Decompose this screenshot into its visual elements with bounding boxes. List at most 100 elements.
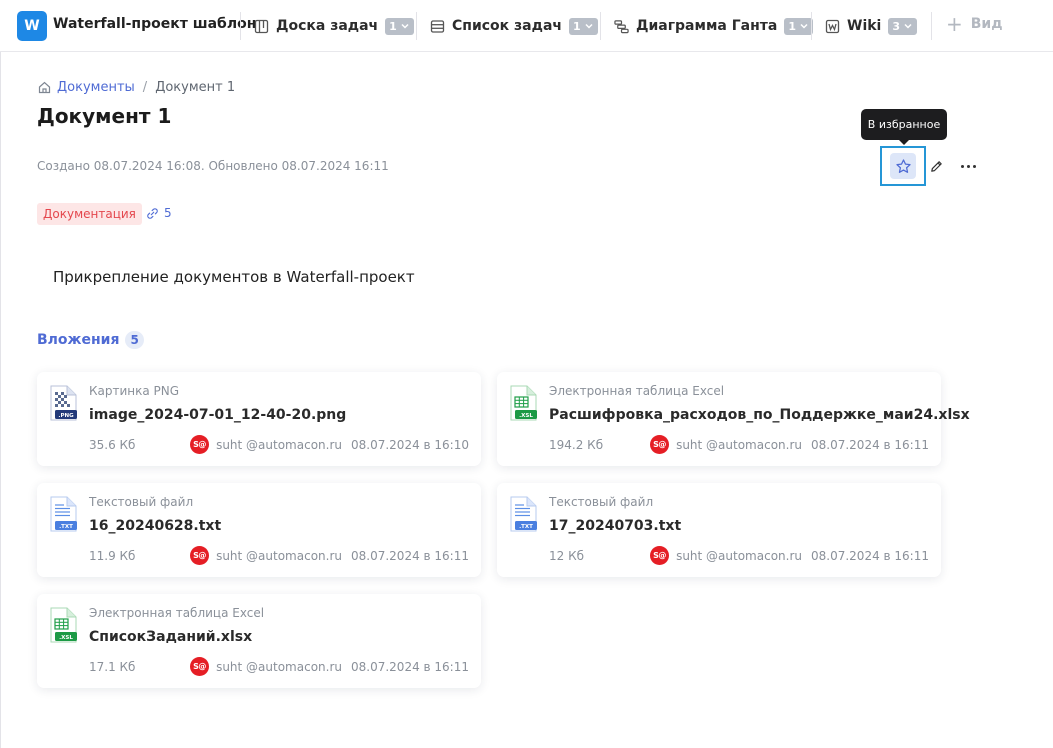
tab-count-badge[interactable]: 1 [784, 17, 813, 35]
upload-date: 08.07.2024 в 16:11 [351, 659, 469, 674]
breadcrumb-documents-link[interactable]: Документы [38, 80, 135, 95]
attachment-card[interactable]: .XSL Электронная таблица Excel Расшифров… [497, 372, 970, 466]
upload-date: 08.07.2024 в 16:11 [811, 437, 929, 452]
document-meta: Создано 08.07.2024 16:08. Обновлено 08.0… [37, 159, 389, 173]
tab-count: 1 [788, 19, 796, 33]
tab-wiki[interactable]: Wiki 3 [825, 15, 918, 37]
more-dot [966, 164, 970, 168]
tab-label: Доска задач [276, 18, 379, 34]
attachment-card[interactable]: .TXT Текстовый файл 16_20240628.txt 11.9… [37, 483, 481, 577]
content-border [0, 52, 1, 748]
breadcrumb: Документы / Документ 1 [38, 80, 235, 95]
project-logo[interactable]: W [17, 11, 47, 41]
chevron-down-icon [401, 23, 409, 29]
file-size: 194.2 Кб [549, 438, 604, 452]
chevron-down-icon [904, 23, 912, 29]
owner-email: suht @automacon.ru [676, 437, 802, 452]
list-icon [430, 19, 445, 34]
nav-divider [240, 12, 241, 40]
file-badge: .TXT [59, 524, 73, 530]
nav-divider [811, 12, 812, 40]
text-file-icon: .TXT [50, 496, 77, 532]
chevron-down-icon [800, 23, 808, 29]
more-dot [972, 164, 976, 168]
attachment-card[interactable]: .TXT Текстовый файл 17_20240703.txt 12 К… [497, 483, 941, 577]
file-owner: S@ suht @automacon.ru 08.07.2024 в 16:11 [190, 657, 469, 676]
home-icon [38, 81, 51, 94]
add-view-button[interactable]: + Вид [946, 14, 1003, 34]
tab-label: Список задач [452, 18, 562, 34]
wiki-icon [825, 19, 840, 34]
tab-label: Диаграмма Ганта [636, 18, 778, 34]
link-icon [147, 207, 158, 219]
file-badge: .PNG [58, 413, 74, 419]
project-name[interactable]: Waterfall-проект шаблон [53, 16, 256, 32]
favorite-button-bg [890, 153, 916, 179]
breadcrumb-root: Документы [57, 80, 135, 95]
more-dot [960, 164, 964, 168]
owner-email: suht @automacon.ru [216, 659, 342, 674]
file-type: Текстовый файл [549, 495, 654, 509]
more-options-button[interactable] [957, 156, 979, 176]
file-size: 11.9 Кб [89, 549, 136, 563]
png-file-icon: .PNG [50, 385, 77, 421]
tab-task-list[interactable]: Список задач 1 [430, 15, 598, 37]
add-view-label: Вид [970, 16, 1003, 32]
upload-date: 08.07.2024 в 16:11 [351, 548, 469, 563]
avatar: S@ [650, 435, 670, 454]
breadcrumb-current: Документ 1 [155, 80, 236, 95]
attachments-title: Вложения [37, 332, 120, 348]
nav-divider [931, 12, 932, 40]
attachment-card[interactable]: .PNG Картинка PNG image_2024-07-01_12-40… [37, 372, 481, 466]
file-type: Электронная таблица Excel [549, 384, 725, 398]
avatar: S@ [190, 657, 210, 676]
tab-count: 1 [389, 19, 397, 33]
file-name[interactable]: Расшифровка_расходов_по_Поддержке_маи24.… [549, 407, 970, 423]
tab-count-badge[interactable]: 3 [888, 17, 918, 35]
avatar: S@ [650, 546, 670, 565]
file-type: Текстовый файл [89, 495, 194, 509]
owner-email: suht @automacon.ru [676, 548, 802, 563]
excel-file-icon: .XSL [510, 385, 537, 421]
tab-task-board[interactable]: Доска задач 1 [254, 15, 414, 37]
file-owner: S@ suht @automacon.ru 08.07.2024 в 16:11 [190, 546, 469, 565]
tab-count: 3 [892, 19, 901, 33]
file-name[interactable]: image_2024-07-01_12-40-20.png [89, 407, 346, 423]
file-name[interactable]: 16_20240628.txt [89, 518, 221, 534]
upload-date: 08.07.2024 в 16:10 [351, 437, 469, 452]
avatar: S@ [190, 546, 210, 565]
attachment-card[interactable]: .XSL Электронная таблица Excel СписокЗад… [37, 594, 481, 688]
chevron-down-icon [585, 23, 593, 29]
favorite-tooltip: В избранное [861, 109, 947, 145]
excel-file-icon: .XSL [50, 607, 77, 643]
tab-gantt[interactable]: Диаграмма Ганта 1 [614, 15, 813, 37]
file-badge: .XSL [519, 413, 533, 419]
file-badge: .TXT [519, 524, 533, 530]
tab-count-badge[interactable]: 1 [569, 17, 598, 35]
text-file-icon: .TXT [510, 496, 537, 532]
pencil-icon [930, 160, 942, 172]
edit-button[interactable] [926, 156, 946, 176]
file-type: Электронная таблица Excel [89, 606, 265, 620]
file-size: 35.6 Кб [89, 438, 136, 452]
upload-date: 08.07.2024 в 16:11 [811, 548, 929, 563]
attachments-count: 5 [125, 331, 144, 349]
file-name[interactable]: СписокЗаданий.xlsx [89, 629, 252, 645]
owner-email: suht @automacon.ru [216, 548, 342, 563]
file-owner: S@ suht @automacon.ru 08.07.2024 в 16:10 [190, 435, 469, 454]
file-badge: .XSL [59, 635, 73, 641]
tab-count-badge[interactable]: 1 [385, 17, 414, 35]
gantt-icon [614, 19, 629, 34]
board-icon [254, 19, 269, 34]
avatar: S@ [190, 435, 210, 454]
linked-items-count: 5 [164, 206, 172, 220]
file-owner: S@ suht @automacon.ru 08.07.2024 в 16:11 [650, 546, 929, 565]
document-tag[interactable]: Документация [37, 203, 142, 225]
breadcrumb-separator: / [142, 80, 148, 95]
favorite-button[interactable] [880, 146, 926, 186]
file-name[interactable]: 17_20240703.txt [549, 518, 681, 534]
owner-email: suht @automacon.ru [216, 437, 342, 452]
linked-items[interactable]: 5 [146, 206, 172, 220]
attachments-heading: Вложения 5 [37, 331, 144, 349]
tab-count: 1 [573, 19, 581, 33]
